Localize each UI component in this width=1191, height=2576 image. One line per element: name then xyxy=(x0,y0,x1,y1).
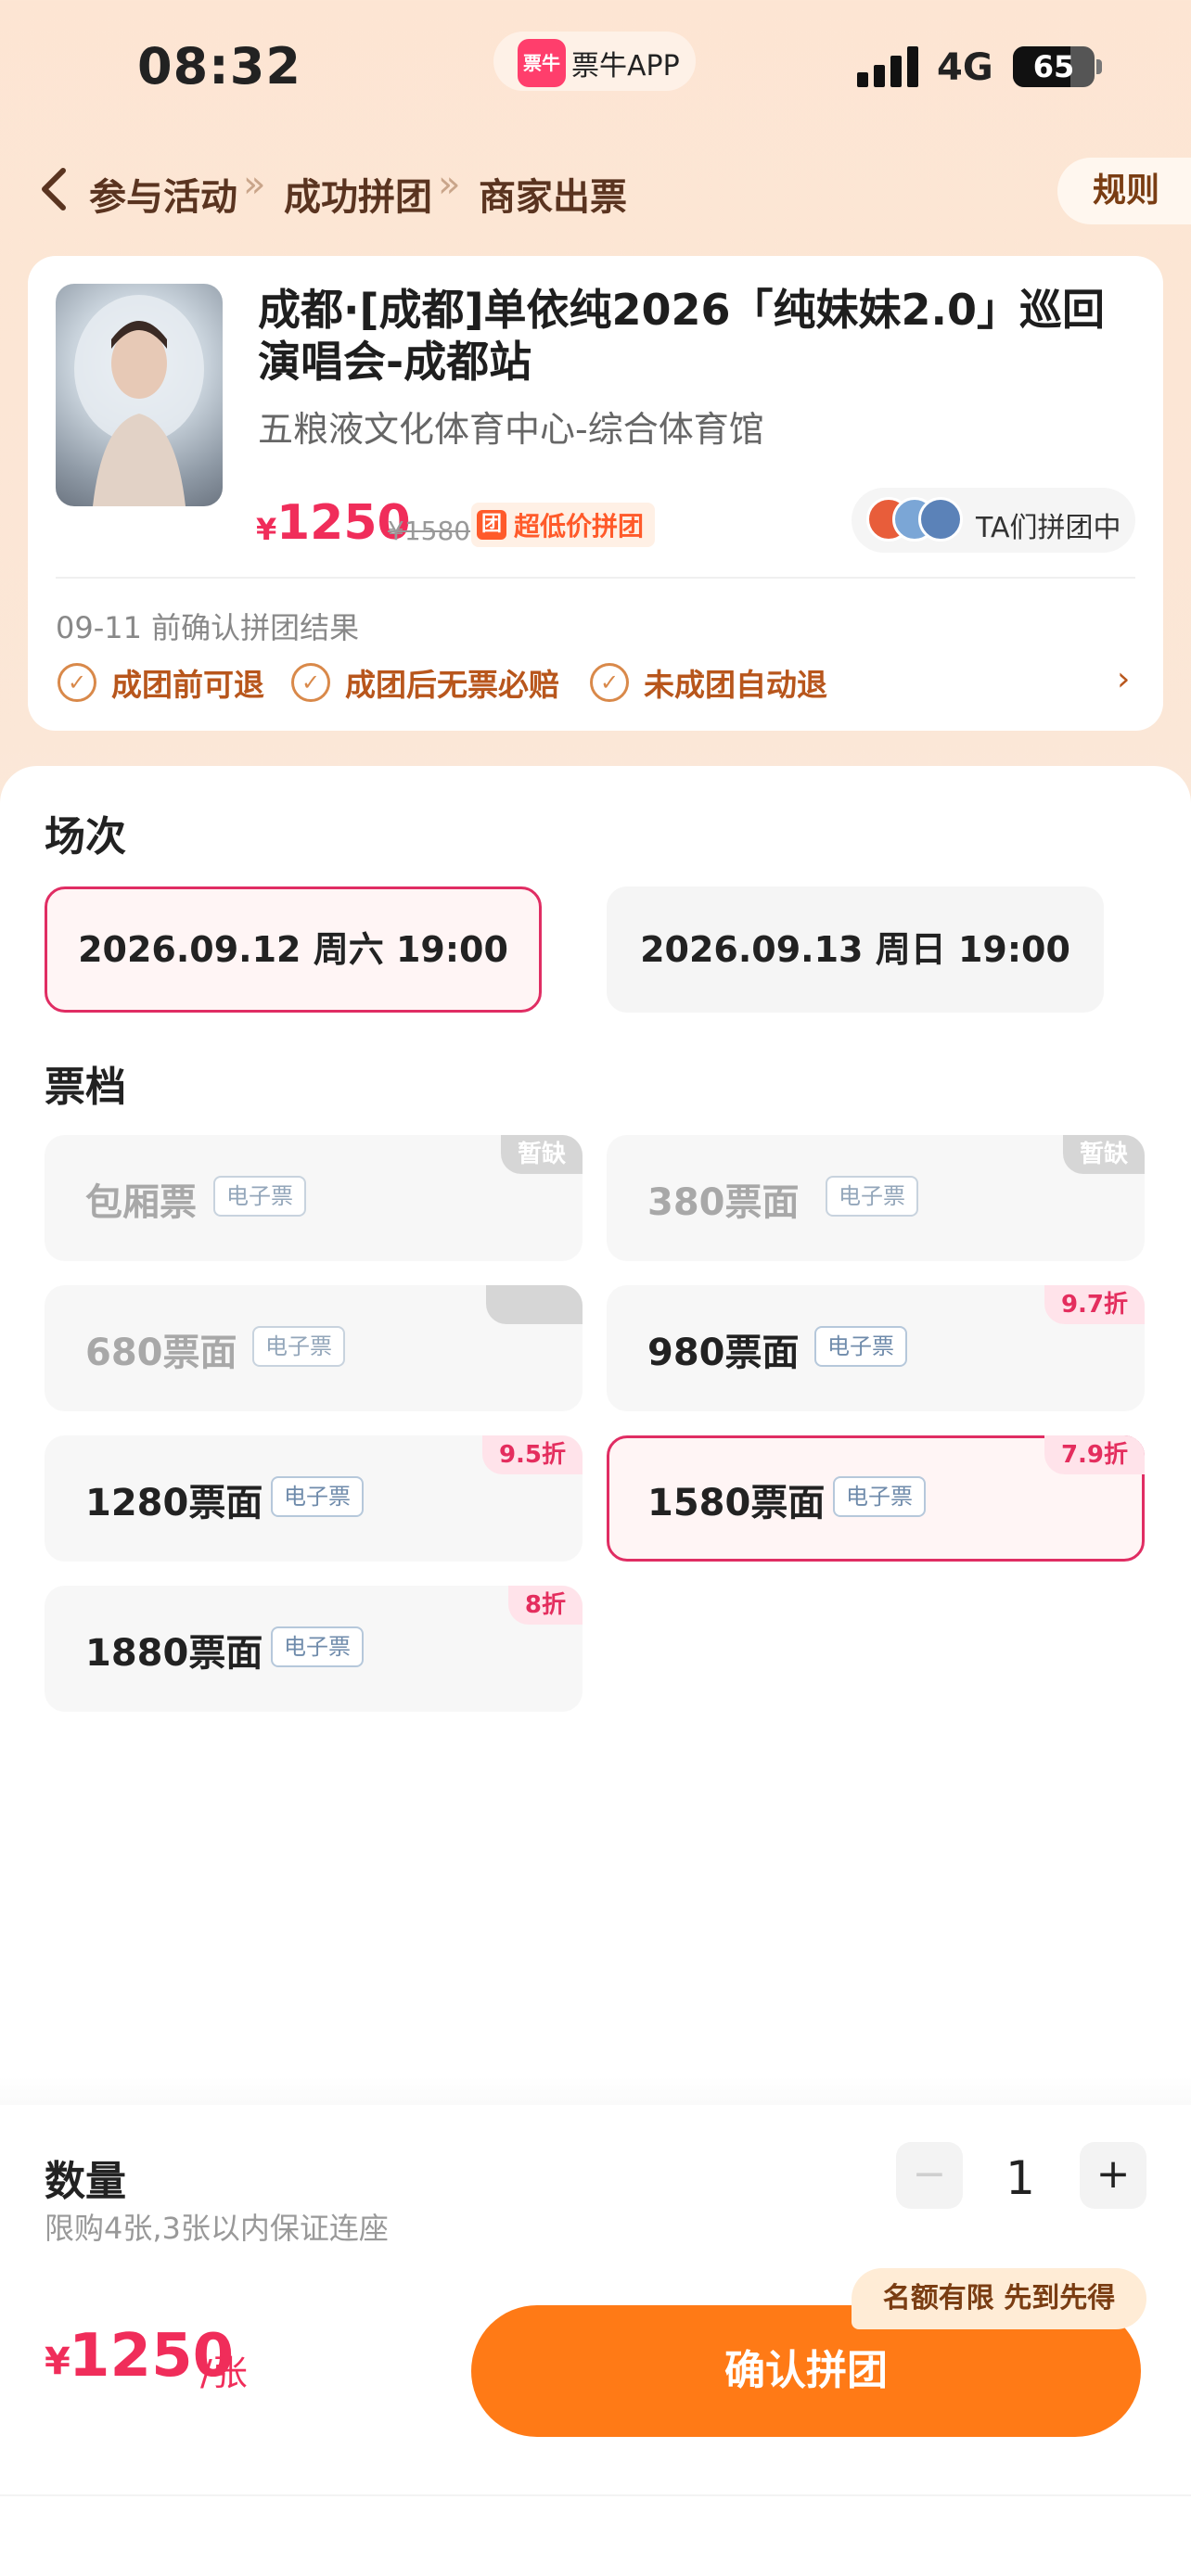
session-option-1[interactable]: 2026.09.12 周六 19:00 xyxy=(45,886,542,1013)
guarantee-label: 未成团自动退 xyxy=(644,667,827,703)
event-poster[interactable] xyxy=(56,284,223,506)
tier-name: 980票面 xyxy=(647,1332,800,1374)
tier-name: 1580票面 xyxy=(647,1482,826,1524)
tier-option[interactable]: 980票面 电子票 9.7折 xyxy=(607,1285,1145,1411)
back-icon[interactable] xyxy=(33,163,74,215)
limited-slots-badge: 名额有限 先到先得 xyxy=(852,2268,1146,2329)
breadcrumb-step-2: 成功拼团 xyxy=(284,176,432,219)
battery-nub xyxy=(1096,59,1102,74)
quantity-value[interactable]: 1 xyxy=(992,2151,1048,2205)
discount-badge: 7.9折 xyxy=(1044,1435,1145,1474)
ticket-type-tag: 电子票 xyxy=(252,1326,345,1367)
guarantee-item[interactable]: ✓ 成团前可退 xyxy=(58,660,264,705)
tier-name: 1880票面 xyxy=(85,1632,263,1675)
tier-badge xyxy=(486,1285,583,1324)
discount-badge: 9.5折 xyxy=(481,1435,583,1474)
ticket-type-tag: 电子票 xyxy=(833,1476,926,1517)
check-icon: ✓ xyxy=(590,663,629,702)
divider xyxy=(56,577,1135,579)
event-venue: 五粮液文化体育中心-综合体育馆 xyxy=(258,409,764,450)
bottom-safe-area-line xyxy=(0,2494,1191,2496)
tier-option-selected[interactable]: 1580票面 电子票 7.9折 xyxy=(607,1435,1145,1562)
tier-badge: 暂缺 xyxy=(500,1135,583,1174)
price-unit: /张 xyxy=(200,2353,248,2393)
battery-percent: 65 xyxy=(1032,49,1075,84)
discount-badge: 8折 xyxy=(507,1586,583,1625)
signal-icon xyxy=(857,45,922,87)
tier-name: 包厢票 xyxy=(85,1181,197,1224)
session-option-2[interactable]: 2026.09.13 周日 19:00 xyxy=(607,886,1104,1013)
guarantee-label: 成团后无票必赔 xyxy=(345,667,559,703)
breadcrumb-step-3: 商家出票 xyxy=(479,176,627,219)
breadcrumb-step-1: 参与活动 xyxy=(89,176,237,219)
guarantee-item[interactable]: ✓ 成团后无票必赔 xyxy=(291,660,559,705)
total-currency: ¥ xyxy=(45,2340,70,2383)
tier-badge: 暂缺 xyxy=(1062,1135,1145,1174)
tier-option[interactable]: 1280票面 电子票 9.5折 xyxy=(45,1435,583,1562)
tier-option[interactable]: 680票面 电子票 xyxy=(45,1285,583,1411)
breadcrumb-separator: » xyxy=(243,163,266,206)
tier-option[interactable]: 包厢票 电子票 暂缺 xyxy=(45,1135,583,1261)
quantity-title: 数量 xyxy=(45,2158,126,2205)
check-icon: ✓ xyxy=(291,663,330,702)
group-icon: 团 xyxy=(477,510,506,540)
quantity-minus-button[interactable]: − xyxy=(896,2142,963,2209)
deadline-text: 09-11 前确认拼团结果 xyxy=(56,610,360,645)
quantity-note: 限购4张,3张以内保证连座 xyxy=(45,2211,389,2246)
guarantee-item[interactable]: ✓ 未成团自动退 xyxy=(590,660,827,705)
breadcrumb-separator: » xyxy=(438,163,461,206)
price-currency: ¥ xyxy=(256,512,277,547)
quantity-plus-button[interactable]: + xyxy=(1080,2142,1146,2209)
ticket-type-tag: 电子票 xyxy=(826,1176,918,1217)
avatar xyxy=(918,497,963,542)
tier-option[interactable]: 380票面 电子票 暂缺 xyxy=(607,1135,1145,1261)
tier-option[interactable]: 1880票面 电子票 8折 xyxy=(45,1586,583,1712)
tier-name: 680票面 xyxy=(85,1332,237,1374)
network-type: 4G xyxy=(937,46,993,89)
app-logo-icon: 票牛 xyxy=(518,39,566,87)
ticket-type-tag: 电子票 xyxy=(213,1176,306,1217)
chevron-right-icon[interactable]: › xyxy=(1117,660,1130,698)
app-name: 票牛APP xyxy=(571,50,680,83)
status-time: 08:32 xyxy=(137,37,301,96)
rules-button[interactable]: 规则 xyxy=(1057,158,1191,224)
group-deal-tag: 团 超低价拼团 xyxy=(471,503,656,547)
check-icon: ✓ xyxy=(58,663,96,702)
ticket-type-tag: 电子票 xyxy=(271,1626,364,1667)
discount-badge: 9.7折 xyxy=(1044,1285,1145,1324)
tier-section-title: 票档 xyxy=(45,1064,126,1111)
group-deal-label: 超低价拼团 xyxy=(514,511,645,542)
ticket-type-tag: 电子票 xyxy=(814,1326,907,1367)
ticket-type-tag: 电子票 xyxy=(271,1476,364,1517)
tier-name: 380票面 xyxy=(647,1181,800,1224)
group-status: TA们拼团中 xyxy=(976,512,1121,544)
tier-name: 1280票面 xyxy=(85,1482,263,1524)
session-section-title: 场次 xyxy=(45,813,126,861)
bottom-divider xyxy=(0,2077,1191,2105)
event-title: 成都·[成都]单依纯2026「纯妹妹2.0」巡回演唱会-成都站 xyxy=(258,285,1106,387)
guarantee-label: 成团前可退 xyxy=(111,667,264,703)
original-price: ¥1580 xyxy=(388,516,471,546)
